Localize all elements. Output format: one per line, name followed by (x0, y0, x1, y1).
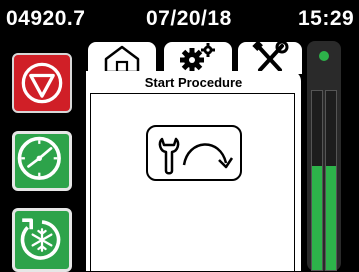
defrost-icon (20, 218, 61, 260)
panel-title: Start Procedure (144, 75, 243, 90)
continuous-mode-icon (17, 136, 61, 180)
tools-icon (252, 42, 289, 72)
side-status-panel (307, 41, 341, 271)
gauge-fill (326, 166, 336, 270)
settings-gears-icon (180, 43, 215, 72)
status-bar: 04920.7 07/20/18 15:29 (0, 0, 359, 38)
status-indicator (319, 51, 329, 61)
hour-meter: 04920.7 (6, 7, 86, 30)
level-gauge (311, 90, 323, 271)
tab-home[interactable] (86, 40, 158, 74)
tools-panel: Start Procedure (86, 71, 301, 271)
continuous-mode-button[interactable] (12, 131, 72, 191)
panel-frame (90, 93, 295, 271)
stop-icon (21, 62, 63, 104)
home-icon (104, 45, 140, 74)
start-procedure-button[interactable] (146, 125, 242, 181)
level-gauge (325, 90, 337, 271)
time-display: 15:29 (298, 7, 355, 30)
date-display: 07/20/18 (146, 7, 232, 30)
defrost-button[interactable] (12, 208, 72, 272)
wrench-restart-icon (158, 137, 234, 175)
tab-tools[interactable] (236, 40, 304, 74)
gauge-fill (312, 166, 322, 270)
tab-settings[interactable] (162, 40, 234, 74)
stop-button[interactable] (12, 53, 72, 113)
